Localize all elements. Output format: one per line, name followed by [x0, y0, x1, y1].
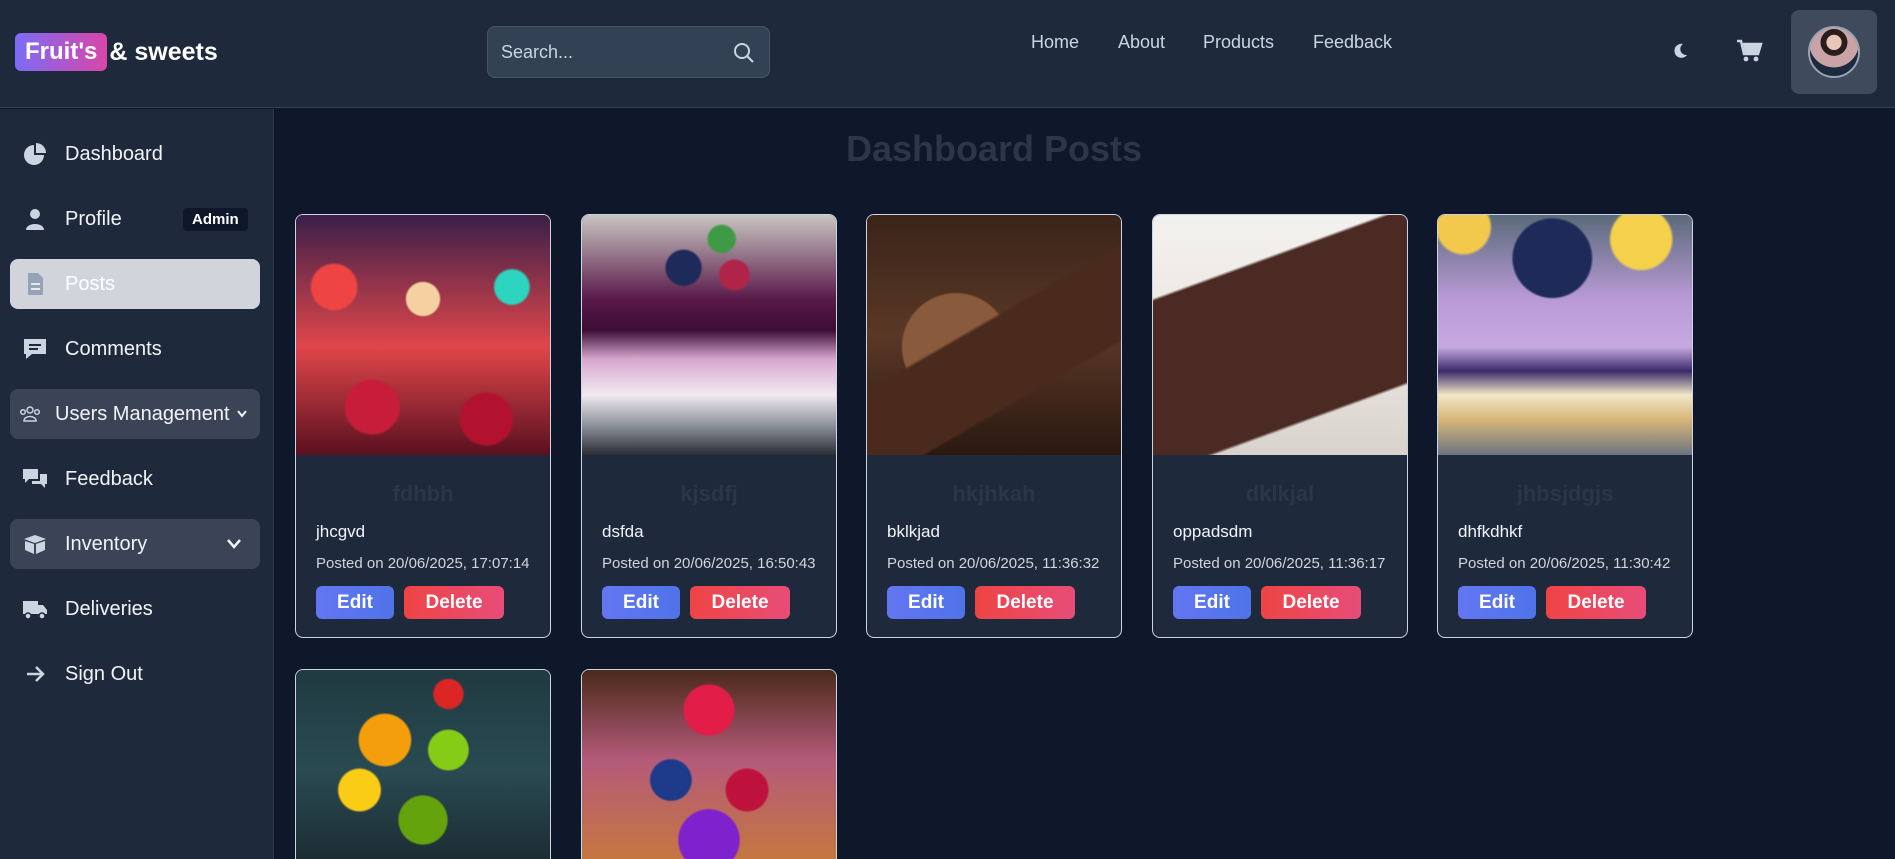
edit-button[interactable]: Edit: [1458, 586, 1536, 619]
post-date: Posted on 20/06/2025, 11:36:32: [887, 555, 1100, 572]
logo[interactable]: Fruit's & sweets: [15, 33, 218, 71]
sidebar-item-inventory[interactable]: Inventory: [10, 519, 260, 569]
post-image: [582, 215, 836, 455]
post-title: fdhbh: [392, 481, 454, 506]
sidebar-item-label: Deliveries: [65, 598, 153, 620]
post-card: kjsdfj dsfda Posted on 20/06/2025, 16:50…: [581, 214, 837, 638]
sidebar-item-dashboard[interactable]: Dashboard: [10, 129, 260, 179]
search-icon[interactable]: [732, 41, 756, 65]
edit-button[interactable]: Edit: [887, 586, 965, 619]
sidebar-item-label: Dashboard: [65, 143, 163, 165]
delete-button[interactable]: Delete: [1261, 586, 1361, 619]
sidebar-item-label: Posts: [65, 273, 116, 295]
top-header: Fruit's & sweets Home About Products Fee…: [0, 0, 1895, 108]
document-icon: [28, 273, 43, 295]
sidebar-item-comments[interactable]: Comments: [10, 324, 260, 374]
sidebar-item-feedback[interactable]: Feedback: [10, 454, 260, 504]
post-description: bklkjad: [887, 522, 940, 541]
truck-icon: [23, 601, 47, 620]
post-date: Posted on 20/06/2025, 16:50:43: [602, 555, 816, 572]
delete-button[interactable]: Delete: [690, 586, 790, 619]
nav-products[interactable]: Products: [1203, 32, 1274, 53]
delete-button[interactable]: Delete: [404, 586, 504, 619]
moon-icon[interactable]: [1670, 41, 1690, 61]
post-description: dhfkdhkf: [1458, 522, 1523, 541]
avatar: [1808, 26, 1860, 78]
arrow-right-icon: [27, 666, 45, 682]
sidebar-item-sign-out[interactable]: Sign Out: [10, 649, 260, 699]
post-card: [581, 669, 837, 859]
logo-badge: Fruit's: [15, 33, 108, 71]
sidebar-item-label: Users Management: [55, 403, 230, 425]
post-image: [296, 215, 550, 455]
comment-icon: [24, 339, 46, 359]
post-date: Posted on 20/06/2025, 17:07:14: [316, 555, 530, 572]
post-description: dsfda: [602, 522, 644, 541]
nav-about[interactable]: About: [1118, 32, 1165, 53]
users-icon: [19, 406, 41, 422]
post-image: [582, 670, 836, 859]
post-title: hkjhkah: [952, 481, 1036, 506]
edit-button[interactable]: Edit: [316, 586, 394, 619]
pie-chart-icon: [24, 143, 46, 165]
chat-icon: [23, 469, 47, 488]
sidebar-item-label: Comments: [65, 338, 162, 360]
user-icon: [26, 209, 44, 230]
sidebar-item-profile[interactable]: Profile Admin: [10, 194, 260, 244]
chevron-down-icon: [227, 539, 241, 549]
post-date: Posted on 20/06/2025, 11:36:17: [1173, 555, 1386, 572]
sidebar-item-posts[interactable]: Posts: [10, 259, 260, 309]
post-title: kjsdfj: [680, 481, 738, 506]
nav-feedback[interactable]: Feedback: [1313, 32, 1392, 53]
page-title: Dashboard Posts: [845, 128, 1143, 169]
sidebar-item-label: Feedback: [65, 468, 153, 490]
post-image: [867, 215, 1121, 455]
delete-button[interactable]: Delete: [1546, 586, 1646, 619]
edit-button[interactable]: Edit: [602, 586, 680, 619]
edit-button[interactable]: Edit: [1173, 586, 1251, 619]
post-description: jhcgvd: [316, 522, 366, 541]
nav-home[interactable]: Home: [1031, 32, 1079, 53]
sidebar-item-deliveries[interactable]: Deliveries: [10, 584, 260, 634]
delete-button[interactable]: Delete: [975, 586, 1075, 619]
chevron-down-icon: [237, 410, 247, 418]
post-title: dklkjal: [1245, 481, 1315, 506]
sidebar: Dashboard Profile Admin Posts Comments U…: [0, 109, 274, 859]
avatar-button[interactable]: [1791, 10, 1877, 94]
post-card: jhbsjdgjs dhfkdhkf Posted on 20/06/2025,…: [1437, 214, 1693, 638]
box-icon: [24, 535, 46, 554]
post-image: [1153, 215, 1407, 455]
cart-icon[interactable]: [1736, 38, 1764, 64]
search-box: [487, 26, 770, 78]
post-description: oppadsdm: [1173, 522, 1253, 541]
post-card: [295, 669, 551, 859]
post-image: [296, 670, 550, 859]
post-card: dklkjal oppadsdm Posted on 20/06/2025, 1…: [1152, 214, 1408, 638]
sidebar-item-label: Inventory: [65, 533, 148, 555]
sidebar-item-label: Sign Out: [65, 663, 143, 685]
sidebar-item-users-management[interactable]: Users Management: [10, 389, 260, 439]
sidebar-item-label: Profile: [65, 208, 122, 230]
post-date: Posted on 20/06/2025, 11:30:42: [1458, 555, 1671, 572]
post-card: hkjhkah bklkjad Posted on 20/06/2025, 11…: [866, 214, 1122, 638]
logo-text: & sweets: [109, 37, 218, 66]
admin-badge: Admin: [183, 208, 248, 231]
post-card: fdhbh jhcgvd Posted on 20/06/2025, 17:07…: [295, 214, 551, 638]
search-input[interactable]: [488, 27, 728, 77]
post-image: [1438, 215, 1692, 455]
post-title: jhbsjdgjs: [1516, 481, 1614, 506]
